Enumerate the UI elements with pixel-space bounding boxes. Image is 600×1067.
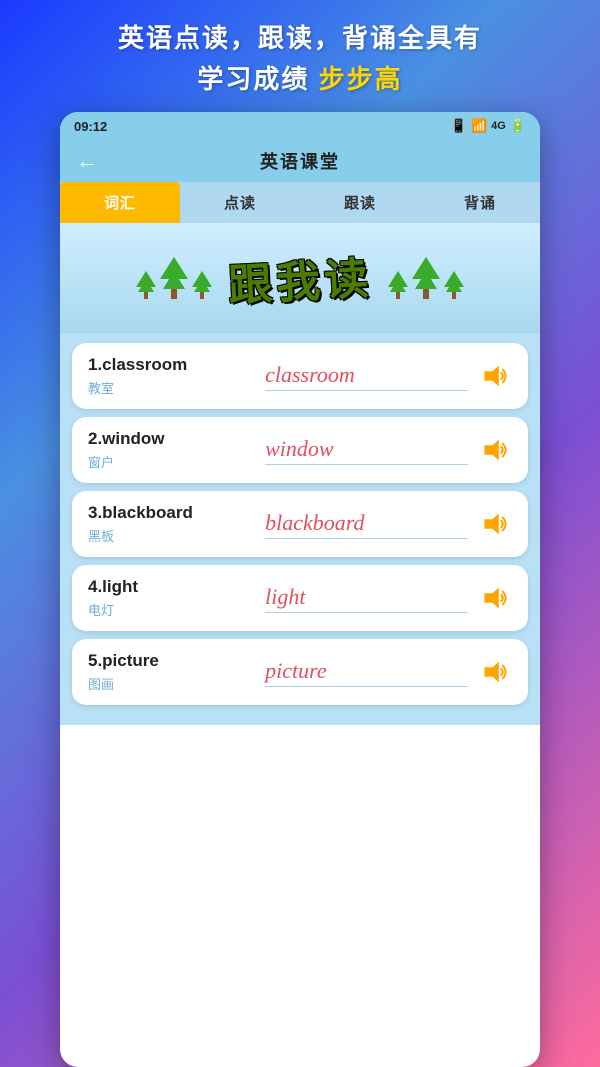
speaker-button-2[interactable] [476,432,512,468]
word-english-5: 5.picture [88,651,257,671]
word-english-2: 2.window [88,429,257,449]
vibrate-icon: 📳 [451,118,467,134]
word-display-3: blackboard [257,510,476,539]
word-chinese-4: 电灯 [88,600,257,619]
top-banner: 英语点读，跟读，背诵全具有 学习成绩 步步高 [0,0,600,102]
word-card-2: 2.window 窗户 window [72,417,528,483]
tree-trunk-sm-left2 [200,292,204,299]
speaker-icon-5 [478,656,510,688]
word-english-1: 1.classroom [88,355,257,375]
word-info-1: 1.classroom 教室 [88,355,257,397]
tree-trunk-big-left [171,289,177,299]
status-icons: 📳 📶 4G 🔋 [451,118,526,134]
tree-small-left2 [192,271,212,299]
tree-big-left [160,257,188,299]
word-english-3: 3.blackboard [88,503,257,523]
word-written-2: window [265,436,468,465]
tree-top2-sm-left2 [194,279,210,292]
word-info-3: 3.blackboard 黑板 [88,503,257,545]
tab-vocab[interactable]: 词汇 [60,182,180,223]
tree-trunk-sm-right2 [452,292,456,299]
speaker-icon-1 [478,360,510,392]
tab-recite[interactable]: 背诵 [420,182,540,223]
battery-icon: 🔋 [510,118,526,134]
signal-icon: 4G [491,120,506,132]
speaker-icon-2 [478,434,510,466]
tab-follow[interactable]: 跟读 [300,182,420,223]
status-time: 09:12 [74,119,107,134]
tree-trunk-sm-right [396,292,400,299]
word-card-1: 1.classroom 教室 classroom [72,343,528,409]
word-written-3: blackboard [265,510,468,539]
wifi-icon: 📶 [471,118,487,134]
word-info-2: 2.window 窗户 [88,429,257,471]
word-info-5: 5.picture 图画 [88,651,257,693]
trees-left [136,257,212,299]
word-chinese-2: 窗户 [88,452,257,471]
word-english-4: 4.light [88,577,257,597]
word-display-5: picture [257,658,476,687]
content-area: 跟我读 [60,223,540,725]
tab-bar: 词汇 点读 跟读 背诵 [60,182,540,223]
phone-frame: 09:12 📳 📶 4G 🔋 ← 英语课堂 词汇 点读 跟读 背诵 [60,112,540,1067]
hero-banner: 跟我读 [60,223,540,333]
word-card-4: 4.light 电灯 light [72,565,528,631]
word-written-1: classroom [265,362,468,391]
tree-top2-big-left [163,271,185,289]
word-info-4: 4.light 电灯 [88,577,257,619]
tree-trunk-big-right [423,289,429,299]
tree-trunk-sm-left [144,292,148,299]
word-card-5: 5.picture 图画 picture [72,639,528,705]
banner-line2: 学习成绩 步步高 [10,59,590,96]
banner-line2-highlight: 步步高 [319,64,403,94]
banner-line1: 英语点读，跟读，背诵全具有 [10,18,590,55]
trees-right [388,257,464,299]
tree-small-right2 [444,271,464,299]
speaker-button-5[interactable] [476,654,512,690]
speaker-button-3[interactable] [476,506,512,542]
app-header: ← 英语课堂 [60,140,540,182]
tree-small-right [388,271,408,299]
header-title: 英语课堂 [260,148,340,174]
word-card-3: 3.blackboard 黑板 blackboard [72,491,528,557]
tree-top2-sm-right [390,279,406,292]
tree-top2-sm-right2 [446,279,462,292]
speaker-button-4[interactable] [476,580,512,616]
word-display-4: light [257,584,476,613]
hero-text: 跟我读 [226,242,373,313]
status-bar: 09:12 📳 📶 4G 🔋 [60,112,540,140]
speaker-icon-3 [478,508,510,540]
word-written-5: picture [265,658,468,687]
word-display-1: classroom [257,362,476,391]
word-chinese-5: 图画 [88,674,257,693]
tab-read[interactable]: 点读 [180,182,300,223]
back-button[interactable]: ← [76,148,98,174]
word-chinese-1: 教室 [88,378,257,397]
word-list: 1.classroom 教室 classroom 2.window 窗户 [60,333,540,715]
speaker-icon-4 [478,582,510,614]
tree-top2-sm-left [138,279,154,292]
word-display-2: window [257,436,476,465]
tree-small-left [136,271,156,299]
tree-top2-big-right [415,271,437,289]
word-chinese-3: 黑板 [88,526,257,545]
word-written-4: light [265,584,468,613]
tree-big-right [412,257,440,299]
speaker-button-1[interactable] [476,358,512,394]
banner-line2-prefix: 学习成绩 [197,64,309,94]
